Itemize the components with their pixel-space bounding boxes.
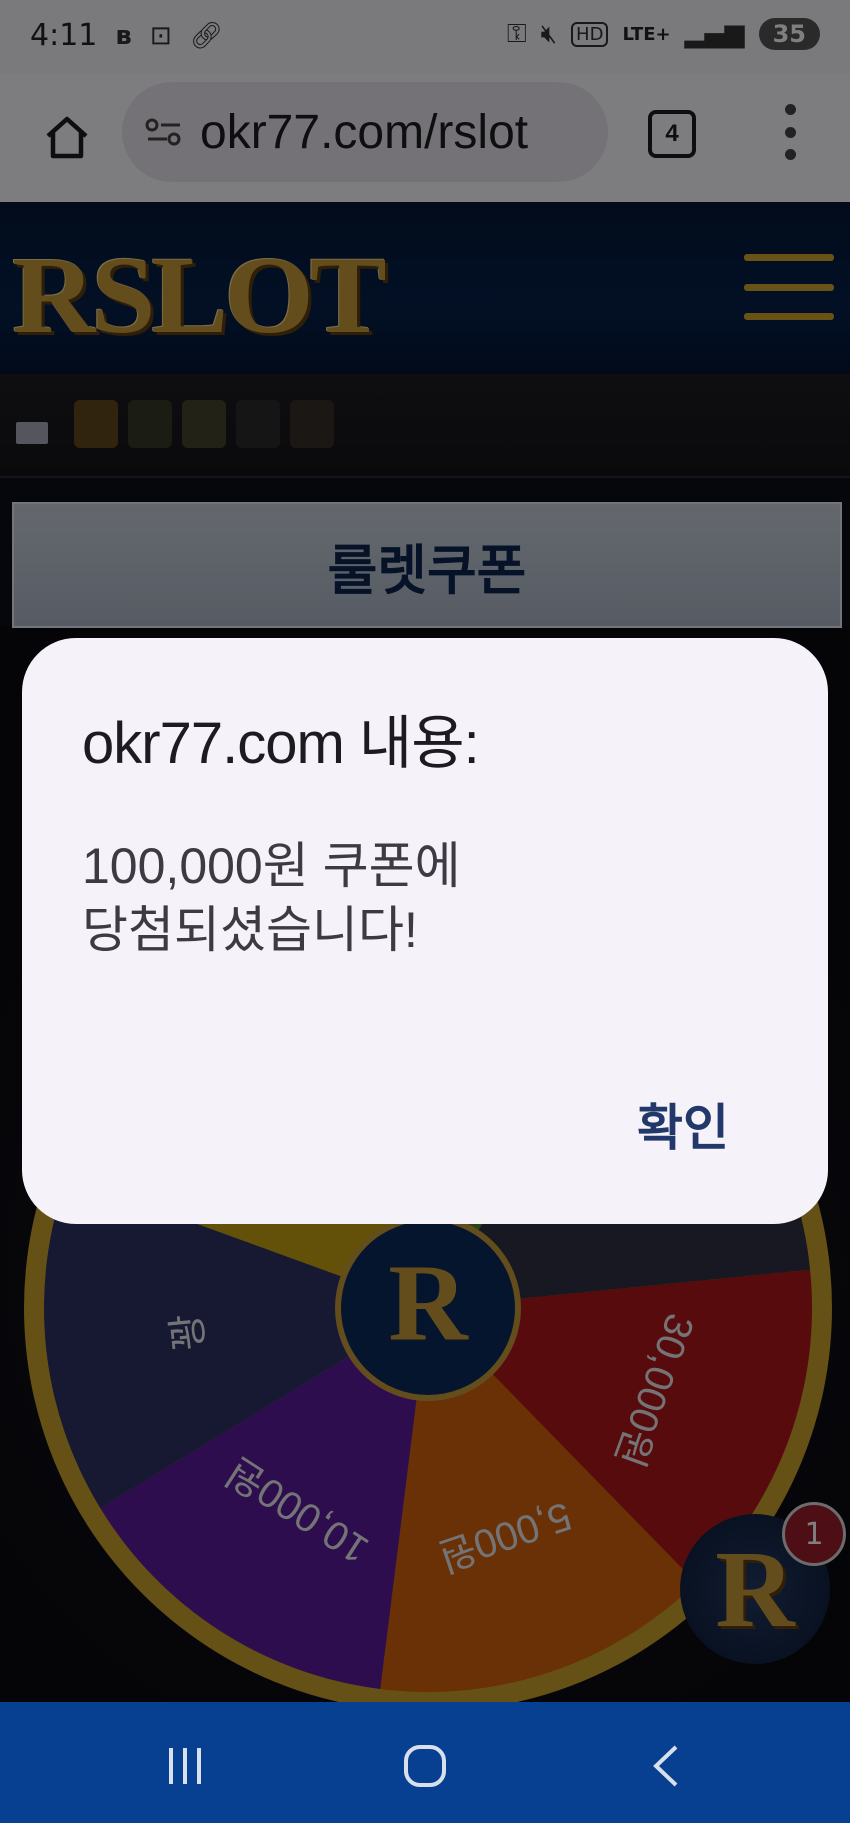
recent-apps-button[interactable] (150, 1738, 220, 1794)
ok-button[interactable]: 확인 (608, 1084, 758, 1164)
home-icon (46, 116, 88, 159)
status-icon (236, 400, 280, 448)
home-button[interactable] (34, 104, 100, 170)
dialog-title: okr77.com 내용: (82, 711, 480, 776)
status-time: 4:11 (30, 18, 98, 53)
signal-icon: ▂▄▆ (684, 19, 745, 49)
url-text: okr77.com/rslot (200, 105, 529, 159)
wheel-segment-label: 꽝 (165, 1311, 212, 1352)
hamburger-menu-icon[interactable] (744, 254, 834, 320)
back-icon (653, 1745, 678, 1787)
browser-toolbar: okr77.com/rslot 4 (0, 74, 850, 204)
site-logo[interactable]: RSLOT (12, 232, 387, 359)
dialog-message-line: 100,000원 쿠폰에 (82, 838, 461, 894)
status-bar: 4:11 ʙ ⊡ 🔗︎ ⚿ 🔇︎ HD LTE+ ▂▄▆ 35 (0, 0, 850, 74)
battery-indicator: 35 (758, 18, 820, 50)
home-nav-icon (404, 1745, 446, 1787)
more-options-icon[interactable] (778, 104, 802, 160)
back-button[interactable] (630, 1738, 700, 1794)
site-header: RSLOT (0, 202, 850, 374)
mute-icon: 🔇︎ (540, 18, 558, 49)
recent-apps-icon (169, 1748, 201, 1784)
alert-dialog: okr77.com 내용: 100,000원 쿠폰에 당첨되셨습니다! 확인 (22, 638, 828, 1224)
roulette-coupon-title: 룰렛쿠폰 (12, 502, 842, 628)
dialog-message-line: 당첨되셨습니다! (82, 902, 418, 958)
notification-count-badge: 1 (782, 1502, 846, 1566)
status-icon (182, 400, 226, 448)
b-app-icon: ʙ (115, 20, 132, 51)
network-type: LTE+ (622, 23, 671, 45)
key-icon: ⚿ (506, 18, 527, 49)
screen-capture-icon: ⊡ (149, 20, 172, 51)
status-icon (290, 400, 334, 448)
wheel-hub-logo: R (388, 1241, 469, 1363)
user-info-bar (0, 374, 850, 478)
link-icon: 🔗︎ (189, 20, 223, 51)
user-status-icons (74, 400, 334, 448)
tab-switcher-button[interactable]: 4 (648, 110, 696, 158)
hd-icon: HD (571, 21, 609, 47)
system-navigation-bar (0, 1702, 850, 1823)
dialog-message: 100,000원 쿠폰에 당첨되셨습니다! (82, 834, 782, 962)
home-nav-button[interactable] (390, 1738, 460, 1794)
status-icon (128, 400, 172, 448)
site-settings-icon[interactable] (142, 110, 186, 154)
mail-icon[interactable] (16, 422, 48, 444)
address-bar[interactable]: okr77.com/rslot (122, 82, 608, 182)
level-badge-icon (74, 400, 118, 448)
